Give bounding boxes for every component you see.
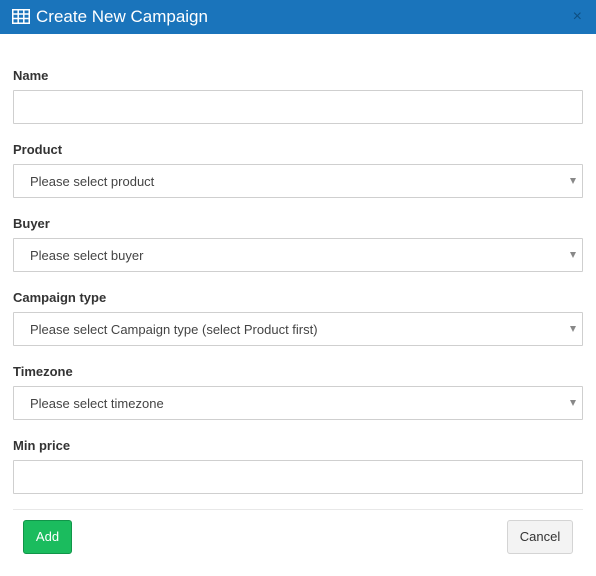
close-icon[interactable]: × xyxy=(573,8,582,26)
timezone-select-value: Please select timezone xyxy=(30,396,164,411)
table-icon xyxy=(12,9,30,24)
caret-down-icon xyxy=(570,178,576,184)
create-campaign-modal: Create New Campaign × Name Product Pleas… xyxy=(0,0,596,576)
add-button[interactable]: Add xyxy=(23,520,72,554)
campaign-type-select-value: Please select Campaign type (select Prod… xyxy=(30,322,318,337)
timezone-label: Timezone xyxy=(13,364,73,379)
buyer-select-value: Please select buyer xyxy=(30,248,144,263)
modal-header: Create New Campaign × xyxy=(0,0,596,34)
caret-down-icon xyxy=(570,326,576,332)
footer-divider xyxy=(13,509,583,510)
buyer-select[interactable]: Please select buyer xyxy=(13,238,583,272)
caret-down-icon xyxy=(570,252,576,258)
timezone-select[interactable]: Please select timezone xyxy=(13,386,583,420)
caret-down-icon xyxy=(570,400,576,406)
campaign-type-select[interactable]: Please select Campaign type (select Prod… xyxy=(13,312,583,346)
product-label: Product xyxy=(13,142,63,157)
product-select-value: Please select product xyxy=(30,174,155,189)
buyer-label: Buyer xyxy=(13,216,50,231)
name-label: Name xyxy=(13,68,49,83)
cancel-button[interactable]: Cancel xyxy=(507,520,573,554)
name-input[interactable] xyxy=(13,90,583,124)
modal-title: Create New Campaign xyxy=(36,7,208,26)
min-price-label: Min price xyxy=(13,438,71,453)
min-price-input[interactable] xyxy=(13,460,583,494)
campaign-type-label: Campaign type xyxy=(13,290,107,305)
product-select[interactable]: Please select product xyxy=(13,164,583,198)
